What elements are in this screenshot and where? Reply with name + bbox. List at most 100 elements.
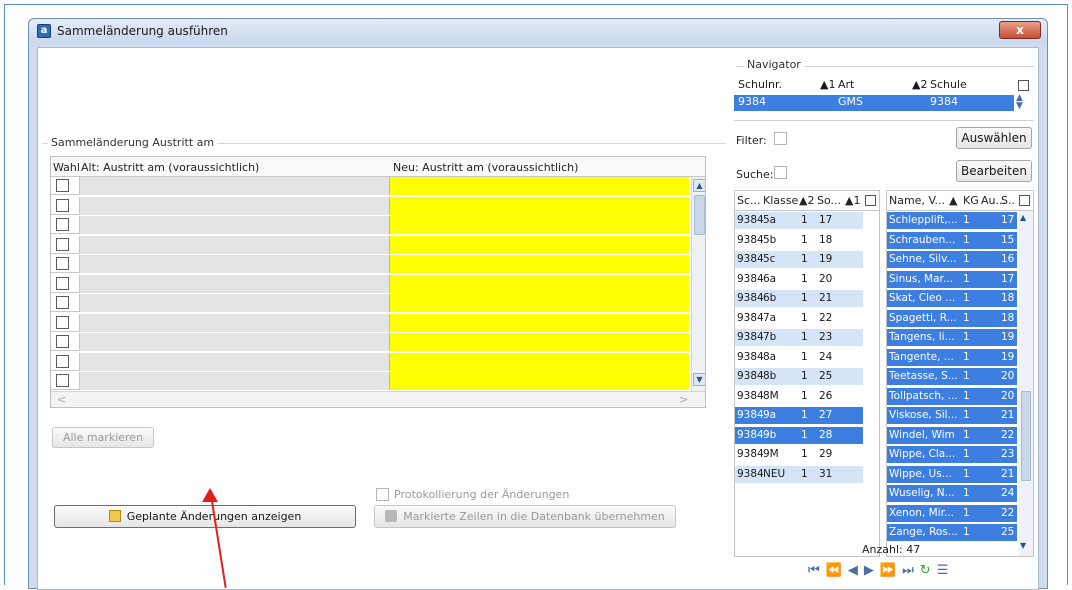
class-row[interactable]: 9384 5c 1 19 — [735, 251, 863, 268]
class-row[interactable]: 9384 8M 1 26 — [735, 388, 863, 405]
class-row[interactable]: 9384 6b 1 21 — [735, 290, 863, 307]
student-row[interactable]: Teetasse, S... 1 20 — [887, 368, 1017, 385]
new-value-cell[interactable] — [389, 177, 689, 195]
search-checkbox[interactable] — [774, 166, 787, 179]
row-select-checkbox[interactable] — [56, 354, 69, 368]
new-value-cell[interactable] — [389, 313, 689, 332]
student-row[interactable]: Tollpatsch, ... 1 20 — [887, 387, 1017, 405]
class-row[interactable]: 9384 8b 1 25 — [735, 368, 863, 385]
new-value-cell[interactable] — [389, 235, 689, 254]
col-name[interactable]: Name, V... — [889, 191, 945, 211]
grid-horizontal-scrollbar[interactable]: < > — [51, 391, 705, 407]
prev-record-icon[interactable]: ◀ — [848, 563, 864, 578]
last-record-icon[interactable]: ⏭ — [902, 563, 920, 578]
row-select-checkbox[interactable] — [56, 276, 69, 290]
edit-button[interactable]: Bearbeiten — [956, 160, 1032, 182]
apply-to-database-button[interactable]: Markierte Zeilen in die Datenbank überne… — [374, 505, 676, 528]
grid-row[interactable] — [51, 216, 689, 234]
row-select-checkbox[interactable] — [56, 237, 69, 251]
column-header-alt[interactable]: Alt: Austritt am (voraussichtlich) — [81, 161, 259, 174]
student-row[interactable]: Xenon, Mir... 1 22 — [887, 504, 1017, 522]
column-header-wahl[interactable]: Wahl — [53, 161, 80, 174]
select-button[interactable]: Auswählen — [956, 127, 1032, 149]
student-scroll-down-icon[interactable]: ▼ — [1020, 541, 1026, 550]
grid-row[interactable] — [51, 177, 689, 195]
row-select-checkbox[interactable] — [56, 374, 69, 387]
student-scroll-up-icon[interactable]: ▲ — [1020, 213, 1026, 222]
grid-vertical-scrollbar[interactable]: ▲ ▼ — [691, 177, 705, 391]
class-row[interactable]: 9384 9M 1 29 — [735, 446, 863, 463]
col-so[interactable]: So... — [817, 191, 841, 211]
list-icon[interactable]: ☰ — [937, 563, 955, 578]
grid-row[interactable] — [51, 313, 689, 332]
column-header-neu[interactable]: Neu: Austritt am (voraussichtlich) — [393, 161, 578, 174]
row-select-checkbox[interactable] — [56, 296, 69, 309]
row-select-checkbox[interactable] — [56, 315, 69, 329]
student-row[interactable]: Skat, Cleo ... 1 18 — [887, 290, 1017, 307]
col-klasse[interactable]: Klasse — [763, 191, 798, 211]
column-chooser-icon[interactable] — [1018, 80, 1029, 91]
row-select-checkbox[interactable] — [56, 218, 69, 231]
grid-row[interactable] — [51, 333, 689, 351]
class-row[interactable]: 9384 5b 1 18 — [735, 232, 863, 249]
grid-row[interactable] — [51, 255, 689, 273]
student-row[interactable]: Zange, Ros... 1 25 — [887, 524, 1017, 541]
scroll-thumb[interactable] — [694, 195, 705, 235]
first-record-icon[interactable]: ⏮ — [808, 563, 826, 578]
student-row[interactable]: Tangens, li... 1 19 — [887, 329, 1017, 346]
scroll-left-icon[interactable]: < — [57, 393, 66, 406]
row-select-checkbox[interactable] — [56, 335, 69, 348]
prev-page-icon[interactable]: ⏪ — [826, 563, 848, 578]
class-column-chooser-icon[interactable] — [865, 195, 876, 206]
student-row[interactable]: Schlepplift,... 1 17 — [887, 212, 1017, 229]
new-value-cell[interactable] — [389, 352, 689, 371]
class-row[interactable]: 9384 9b 1 28 — [735, 426, 863, 444]
show-changes-button[interactable]: Geplante Änderungen anzeigen — [54, 505, 356, 528]
student-column-chooser-icon[interactable] — [1019, 195, 1030, 206]
row-select-checkbox[interactable] — [56, 198, 69, 212]
grid-row[interactable] — [51, 294, 689, 312]
school-spin-icon[interactable]: ▲ ▼ — [1016, 94, 1028, 111]
col-art[interactable]: Art — [838, 78, 854, 91]
filter-checkbox[interactable] — [774, 132, 787, 145]
col-s[interactable]: S.. — [1001, 191, 1015, 211]
class-row[interactable]: 9384 8a 1 24 — [735, 349, 863, 366]
grid-row[interactable] — [51, 352, 689, 371]
student-row[interactable]: Tangente, ... 1 19 — [887, 348, 1017, 366]
col-kg[interactable]: KG — [963, 191, 979, 211]
student-row[interactable]: Viskose, Sil... 1 21 — [887, 407, 1017, 424]
protocol-checkbox[interactable] — [376, 488, 389, 501]
student-row[interactable]: Windel, Wim 1 22 — [887, 426, 1017, 444]
student-row[interactable]: Sinus, Mar... 1 17 — [887, 270, 1017, 288]
new-value-cell[interactable] — [389, 294, 689, 312]
student-row[interactable]: Schrauben... 1 15 — [887, 231, 1017, 249]
class-row[interactable]: 9384 NEU 1 31 — [735, 465, 863, 483]
student-scrollbar[interactable]: ▲ ▼ — [1019, 211, 1033, 556]
class-row[interactable]: 9384 5a 1 17 — [735, 212, 863, 229]
new-value-cell[interactable] — [389, 333, 689, 351]
student-row[interactable]: Spagetti, R... 1 18 — [887, 309, 1017, 327]
student-row[interactable]: Sehne, Silv... 1 16 — [887, 251, 1017, 268]
refresh-icon[interactable]: ↻ — [920, 563, 937, 578]
grid-row[interactable] — [51, 372, 689, 390]
new-value-cell[interactable] — [389, 274, 689, 293]
col-sc[interactable]: Sc... — [737, 191, 761, 211]
row-select-checkbox[interactable] — [56, 257, 69, 270]
row-select-checkbox[interactable] — [56, 179, 69, 192]
col-schule[interactable]: Schule — [930, 78, 967, 91]
scroll-down-icon[interactable]: ▼ — [693, 373, 705, 386]
student-row[interactable]: Wippe, Cla... 1 23 — [887, 446, 1017, 463]
grid-row[interactable] — [51, 274, 689, 293]
next-page-icon[interactable]: ⏩ — [880, 563, 902, 578]
mark-all-button[interactable]: Alle markieren — [52, 427, 154, 448]
new-value-cell[interactable] — [389, 255, 689, 273]
student-scroll-thumb[interactable] — [1021, 391, 1031, 481]
scroll-right-icon[interactable]: > — [679, 393, 688, 406]
grid-row[interactable] — [51, 196, 689, 215]
scroll-up-icon[interactable]: ▲ — [693, 179, 705, 192]
close-button[interactable]: x — [999, 21, 1041, 39]
next-record-icon[interactable]: ▶ — [864, 563, 880, 578]
grid-row[interactable] — [51, 235, 689, 254]
class-row[interactable]: 9384 7b 1 23 — [735, 329, 863, 346]
school-row-selected[interactable]: 9384 GMS 9384 — [734, 95, 1014, 111]
